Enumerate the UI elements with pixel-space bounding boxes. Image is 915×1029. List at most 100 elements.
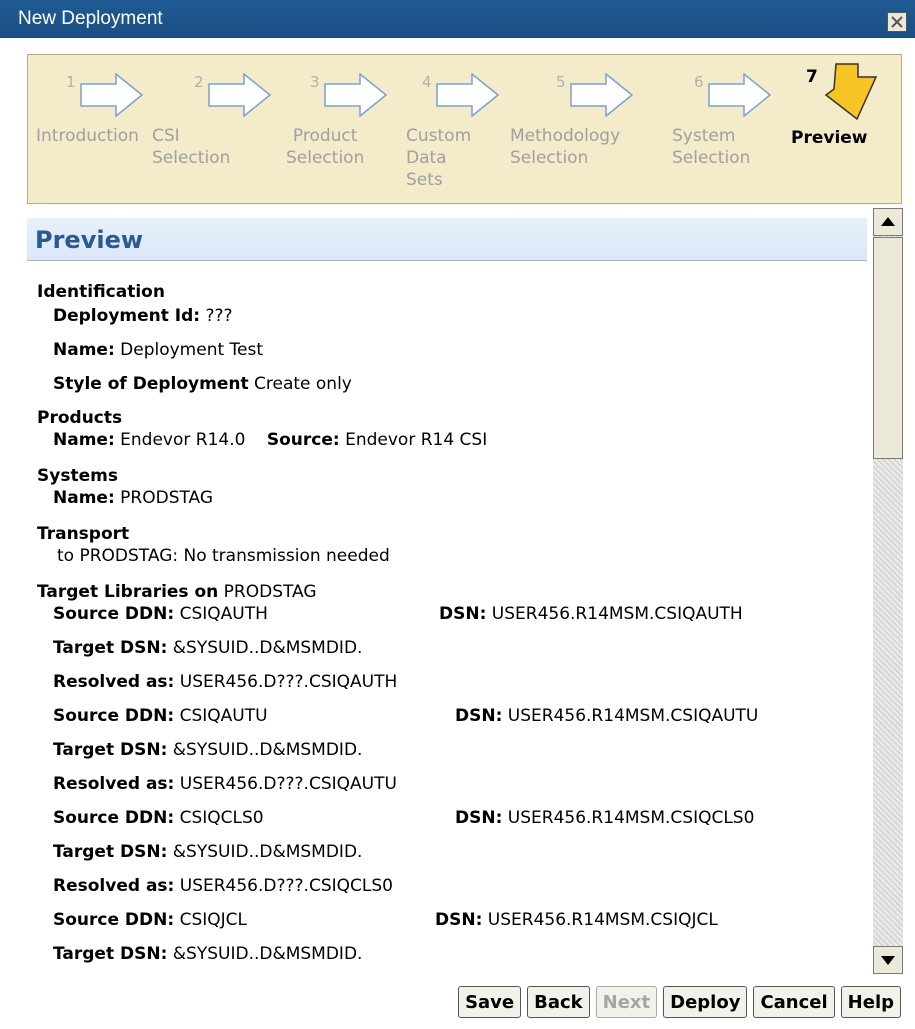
step-arrow-icon [80,73,144,117]
dsn-value: USER456.R14MSM.CSIQAUTH [491,604,743,624]
target-dsn-label: Target DSN: [53,842,168,862]
deployment-style-value: Create only [254,374,352,394]
library-dsn-row: DSN: USER456.R14MSM.CSIQAUTH [439,604,743,624]
systems-title: Systems [37,466,118,486]
step-arrow-icon [436,73,500,117]
step-arrow-icon [208,73,272,117]
target-dsn-value: &SYSUID..D&MSMDID. [172,740,363,760]
step-arrow-icon [324,73,388,117]
step-number: 2 [194,73,204,91]
resolved-value: USER456.D???.CSIQAUTH [179,672,398,692]
step-number: 7 [806,67,818,87]
product-name-label: Name: [53,430,115,450]
library-resolved-row: Resolved as: USER456.D???.CSIQAUTU [53,774,397,794]
source-ddn-label: Source DDN: [53,910,175,930]
step-number: 5 [556,73,566,91]
window-title-bar: New Deployment [0,0,915,38]
step-arrow-active-icon [824,63,878,121]
resolved-label: Resolved as: [53,876,175,896]
deployment-style-row: Style of Deployment Create only [53,374,352,394]
step-label: Product Selection [286,126,365,168]
deployment-id-value: ??? [205,306,233,326]
product-source-value: Endevor R14 CSI [345,430,488,450]
help-button[interactable]: Help [840,986,901,1018]
deployment-name-value: Deployment Test [120,340,264,360]
resolved-value: USER456.D???.CSIQAUTU [179,774,397,794]
library-resolved-row: Resolved as: USER456.D???.CSIQAUTH [53,672,397,692]
dsn-label: DSN: [455,706,503,726]
step-number: 4 [422,73,432,91]
deployment-id-label: Deployment Id: [53,306,201,326]
close-button[interactable] [887,12,907,32]
next-button[interactable]: Next [595,986,658,1018]
library-target-row: Target DSN: &SYSUID..D&MSMDID. [53,842,362,862]
back-button[interactable]: Back [527,986,590,1018]
system-name-label: Name: [53,488,115,508]
target-dsn-value: &SYSUID..D&MSMDID. [172,638,363,658]
deploy-button[interactable]: Deploy [663,986,748,1018]
deployment-name-row: Name: Deployment Test [53,340,263,360]
close-icon [891,16,903,28]
deployment-id-row: Deployment Id: ??? [53,306,233,326]
product-name-value: Endevor R14.0 [120,430,246,450]
identification-title: Identification [37,282,165,302]
transport-text: to PRODSTAG: No transmission needed [57,546,390,566]
scroll-up-button[interactable] [873,208,903,236]
target-libraries-title-row: Target Libraries on PRODSTAG [37,582,317,602]
step-label: System Selection [672,126,751,168]
deployment-name-label: Name: [53,340,115,360]
preview-panel: Preview Identification Deployment Id: ??… [27,208,873,974]
products-title: Products [37,408,123,428]
source-ddn-value: CSIQAUTU [179,706,268,726]
step-arrow-icon [570,73,634,117]
library-target-row: Target DSN: &SYSUID..D&MSMDID. [53,944,362,964]
step-label: Custom Data Sets [406,126,472,190]
library-source-row: Source DDN: CSIQAUTH [53,604,268,624]
library-target-row: Target DSN: &SYSUID..D&MSMDID. [53,638,362,658]
resolved-label: Resolved as: [53,672,175,692]
step-label: Methodology Selection [510,126,621,168]
product-row: Name: Endevor R14.0 Source: Endevor R14 … [53,430,487,450]
cancel-button[interactable]: Cancel [753,986,835,1018]
target-dsn-label: Target DSN: [53,638,168,658]
target-libraries-system: PRODSTAG [223,582,317,602]
window-title: New Deployment [18,8,163,29]
vertical-scrollbar[interactable] [873,208,903,974]
dsn-value: USER456.R14MSM.CSIQAUTU [507,706,759,726]
step-label: CSI Selection [152,126,231,168]
step-number: 3 [310,73,320,91]
dsn-value: USER456.R14MSM.CSIQJCL [487,910,718,930]
source-ddn-label: Source DDN: [53,808,175,828]
save-button[interactable]: Save [458,986,522,1018]
library-dsn-row: DSN: USER456.R14MSM.CSIQJCL [435,910,718,930]
section-header: Preview [27,218,867,261]
library-target-row: Target DSN: &SYSUID..D&MSMDID. [53,740,362,760]
step-number: 6 [694,73,704,91]
resolved-value: USER456.D???.CSIQCLS0 [179,876,393,896]
library-source-row: Source DDN: CSIQAUTU [53,706,268,726]
dsn-value: USER456.R14MSM.CSIQCLS0 [507,808,755,828]
scroll-down-button[interactable] [873,946,903,974]
source-ddn-label: Source DDN: [53,706,175,726]
target-libraries-title: Target Libraries on [37,582,219,602]
dsn-label: DSN: [455,808,503,828]
source-ddn-value: CSIQAUTH [179,604,268,624]
library-dsn-row: DSN: USER456.R14MSM.CSIQCLS0 [455,808,754,828]
source-ddn-label: Source DDN: [53,604,175,624]
target-dsn-label: Target DSN: [53,944,168,964]
library-resolved-row: Resolved as: USER456.D???.CSIQCLS0 [53,876,393,896]
triangle-up-icon [881,217,895,226]
scroll-thumb[interactable] [873,237,903,459]
deployment-style-label: Style of Deployment [53,374,249,394]
library-dsn-row: DSN: USER456.R14MSM.CSIQAUTU [455,706,758,726]
library-source-row: Source DDN: CSIQCLS0 [53,808,264,828]
section-title: Preview [35,226,144,254]
button-bar: Save Back Next Deploy Cancel Help [458,986,901,1018]
system-name-value: PRODSTAG [120,488,214,508]
step-arrow-icon [708,73,772,117]
target-dsn-value: &SYSUID..D&MSMDID. [172,944,363,964]
target-dsn-label: Target DSN: [53,740,168,760]
triangle-down-icon [881,956,895,965]
source-ddn-value: CSIQJCL [179,910,248,930]
dsn-label: DSN: [439,604,487,624]
